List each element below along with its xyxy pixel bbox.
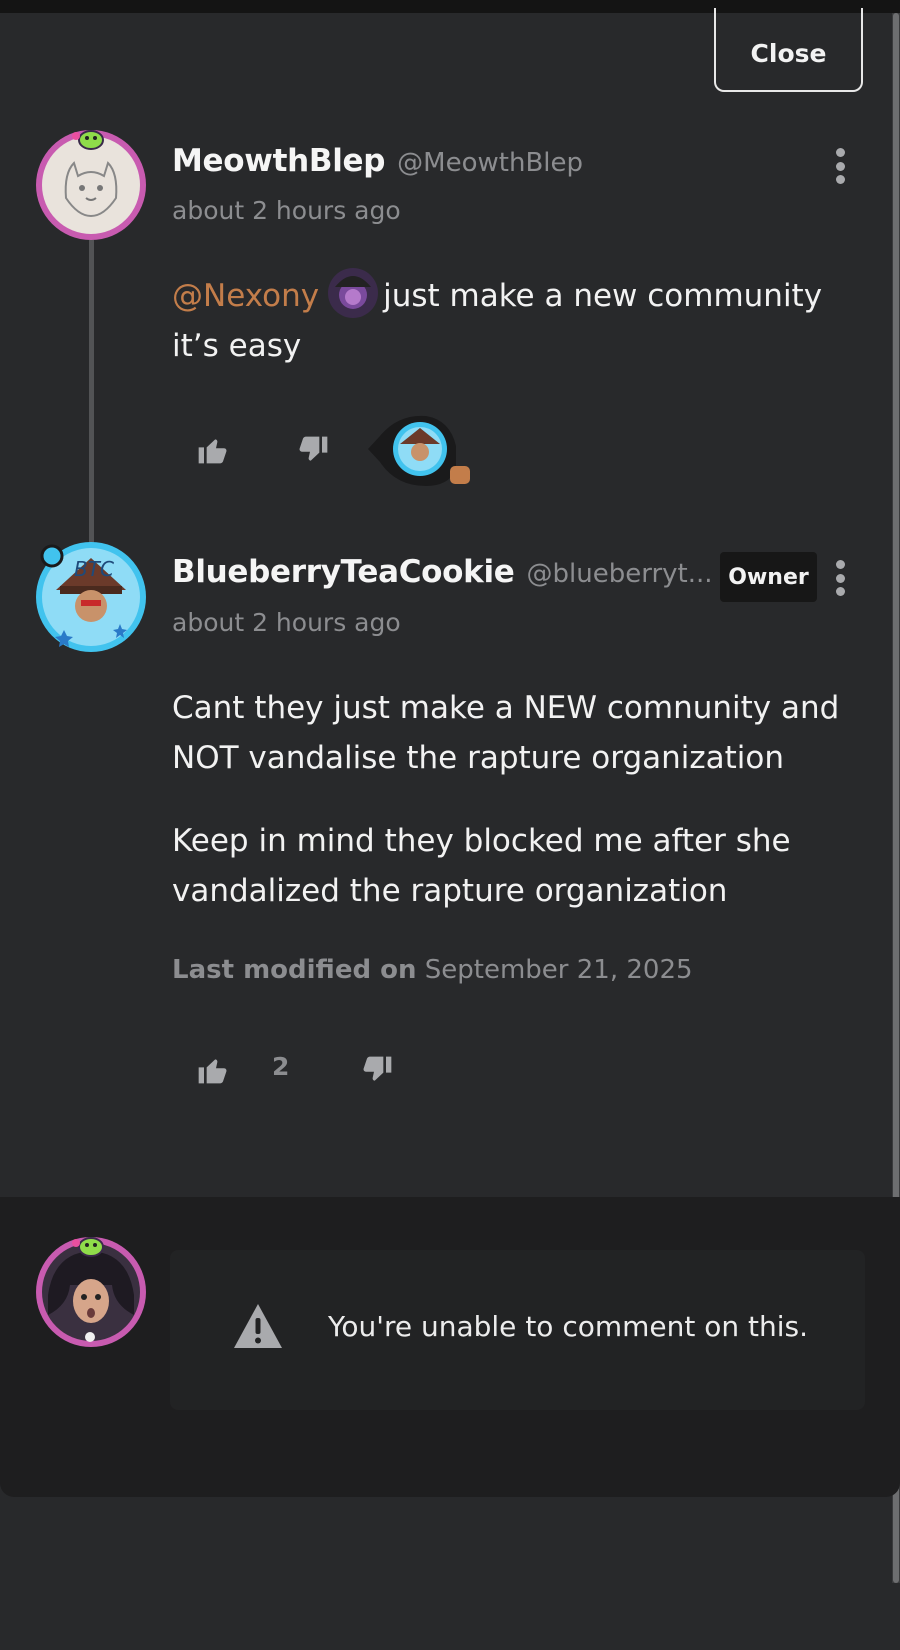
blueberryteacookie-avatar[interactable]: BTC xyxy=(34,540,148,654)
comment-1-body: @Nexony just make a new community it’s ea… xyxy=(172,267,862,371)
comment-1-header: MeowthBlep @MeowthBlep xyxy=(172,143,583,179)
comment-2-timestamp[interactable]: about 2 hours ago xyxy=(172,608,401,637)
comment-2-more-options-icon[interactable] xyxy=(833,560,847,596)
like-icon[interactable] xyxy=(196,1054,228,1086)
current-user-avatar-icon xyxy=(36,1237,146,1347)
like-count: 2 xyxy=(272,1052,290,1081)
mention-link[interactable]: @Nexony xyxy=(172,278,319,314)
reply-avatar-icon[interactable] xyxy=(368,414,474,490)
comment-1-more-options-icon[interactable] xyxy=(833,148,847,184)
comment-1-handle: @MeowthBlep xyxy=(397,148,584,178)
dislike-icon[interactable] xyxy=(362,1054,394,1086)
comment-1-username[interactable]: MeowthBlep xyxy=(172,143,385,179)
btc-avatar-icon: BTC xyxy=(36,542,146,652)
meowthblep-avatar[interactable] xyxy=(34,128,148,242)
comment-1-timestamp[interactable]: about 2 hours ago xyxy=(172,196,401,225)
nexony-mini-avatar xyxy=(327,267,379,319)
thread-connector-line xyxy=(89,240,94,545)
comment-2-paragraph-1: Cant they just make a NEW comnunity and … xyxy=(172,690,840,776)
dislike-icon[interactable] xyxy=(298,434,330,466)
close-button[interactable]: Close xyxy=(714,8,863,92)
meowth-sketch-avatar-icon xyxy=(36,130,146,240)
notice-text: You're unable to comment on this. xyxy=(328,1310,809,1343)
current-user-avatar[interactable] xyxy=(34,1235,148,1349)
last-modified: Last modified on September 21, 2025 xyxy=(172,955,693,985)
like-icon[interactable] xyxy=(196,434,228,466)
comment-2-handle: @blueberryt... xyxy=(526,559,713,589)
comment-2-username[interactable]: BlueberryTeaCookie xyxy=(172,554,515,590)
warning-icon xyxy=(234,1304,282,1348)
svg-text:BTC: BTC xyxy=(74,557,114,581)
last-modified-label: Last modified on xyxy=(172,955,417,985)
last-modified-date: September 21, 2025 xyxy=(424,955,693,985)
comment-2-paragraph-2: Keep in mind they blocked me after she v… xyxy=(172,823,791,909)
comment-2-header: BlueberryTeaCookie @blueberryt... xyxy=(172,554,713,590)
owner-badge: Owner xyxy=(720,552,817,602)
